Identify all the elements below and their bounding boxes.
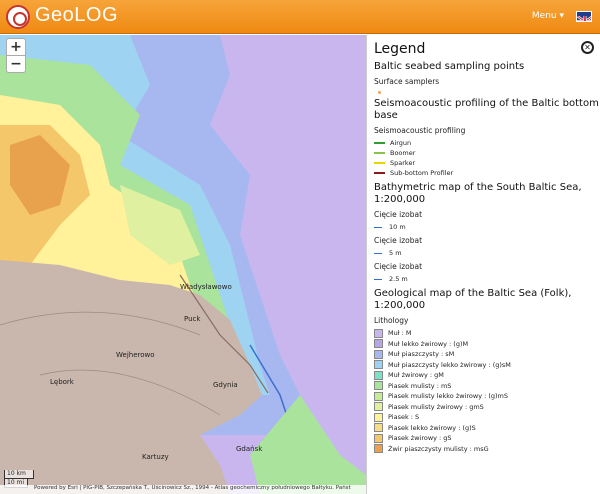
isobath-line-icon <box>374 252 382 254</box>
color-swatch <box>374 349 383 359</box>
lithology-legend-item: Piasek mulisty żwirowy : gmS <box>374 402 600 413</box>
geolog-logo-icon <box>6 5 30 29</box>
lithology-legend-item: Piasek : S <box>374 412 600 423</box>
legend-item-label: Muł piaszczysty lekko żwirowy : (g)sM <box>388 360 511 369</box>
lithology-legend-item: Muł : M <box>374 328 600 339</box>
legend-item-label: 2.5 m <box>389 275 408 283</box>
color-swatch <box>374 444 383 454</box>
seismo-legend-item: Sub-bottom Profiler <box>374 168 600 178</box>
uk-flag-icon[interactable] <box>576 11 592 22</box>
color-swatch <box>374 433 383 443</box>
legend-item-label: Piasek : S <box>388 413 420 422</box>
lithology-legend-item: Muł żwirowy : gM <box>374 370 600 381</box>
legend-item-label: Muł żwirowy : gM <box>388 371 444 380</box>
lithology-legend-item: Piasek lekko żwirowy : (g)S <box>374 423 600 434</box>
color-swatch <box>374 360 383 370</box>
legend-item-label: Boomer <box>390 149 416 157</box>
legend-title: Legend <box>374 41 426 57</box>
lithology-legend-item: Muł piaszczysty lekko żwirowy : (g)sM <box>374 360 600 371</box>
geo-list: Muł : M Muł lekko żwirowy : (g)M Muł piasz… <box>374 328 600 454</box>
seismo-legend-item: Sparker <box>374 158 600 168</box>
seismo-legend-item: Boomer <box>374 148 600 158</box>
place-label: Lębork <box>50 378 74 386</box>
sampling-title: Baltic seabed sampling points <box>374 61 525 72</box>
geo-sub: Lithology <box>374 316 409 325</box>
seismo-title: Seismoacoustic profiling of the Baltic b… <box>374 98 599 121</box>
bathy-sub: Cięcie izobat <box>374 236 423 245</box>
color-swatch <box>374 339 383 349</box>
geological-map-layer <box>0 35 366 494</box>
bathy-legend-item: 10 m <box>374 223 600 231</box>
map-attribution: Powered by Esri | PIG-PIB, Szczepańska T… <box>0 485 366 494</box>
legend-item-label: Sparker <box>390 159 416 167</box>
line-symbol-icon <box>374 142 385 144</box>
seismo-legend-item: Airgun <box>374 138 600 148</box>
close-icon[interactable]: ✕ <box>581 41 594 54</box>
legend-item-label: Muł piaszczysty : sM <box>388 350 455 359</box>
legend-item-label: Piasek mulisty lekko żwirowy : (g)mS <box>388 392 509 401</box>
line-symbol-icon <box>374 152 385 154</box>
legend-item-label: Sub-bottom Profiler <box>390 169 454 177</box>
place-label: Kartuzy <box>142 453 169 461</box>
bathy-sub: Cięcie izobat <box>374 210 423 219</box>
seismo-list: Airgun Boomer Sparker Sub-bottom Profiler <box>374 138 600 178</box>
legend-item-label: Muł lekko żwirowy : (g)M <box>388 339 469 348</box>
legend-item-label: Piasek mulisty : mS <box>388 381 452 390</box>
scale-km: 10 km <box>4 470 34 479</box>
map-view[interactable]: + − Władysławowo Puck Wejherowo Lębork G… <box>0 35 366 494</box>
color-swatch <box>374 412 383 422</box>
legend-item-label: Żwir piaszczysty mulisty : msG <box>388 444 489 453</box>
app-title: GeoLOG <box>35 4 119 26</box>
bathy-legend-item: 2.5 m <box>374 275 600 283</box>
top-bar: GeoLOG Menu ▾ <box>0 0 600 34</box>
sampling-point-icon <box>378 91 381 94</box>
legend-item-label: Muł : M <box>388 329 412 338</box>
color-swatch <box>374 423 383 433</box>
color-swatch <box>374 381 383 391</box>
legend-item-label: 5 m <box>389 249 402 257</box>
isobath-line-icon <box>374 278 382 280</box>
legend-item-label: Piasek żwirowy : gS <box>388 434 452 443</box>
legend-item-label: Airgun <box>390 139 412 147</box>
lithology-legend-item: Piasek żwirowy : gS <box>374 433 600 444</box>
place-label: Gdańsk <box>236 445 263 453</box>
isobath-line-icon <box>374 226 382 228</box>
legend-item-label: 10 m <box>389 223 406 231</box>
geo-title: Geological map of the Baltic Sea (Folk),… <box>374 288 572 311</box>
color-swatch <box>374 370 383 380</box>
color-swatch <box>374 402 383 412</box>
legend-item-label: Piasek lekko żwirowy : (g)S <box>388 423 476 432</box>
lithology-legend-item: Żwir piaszczysty mulisty : msG <box>374 444 600 455</box>
bathy-legend-item: 5 m <box>374 249 600 257</box>
line-symbol-icon <box>374 172 385 174</box>
legend-panel: ✕ Legend Baltic seabed sampling points S… <box>366 35 600 494</box>
color-swatch <box>374 391 383 401</box>
place-label: Władysławowo <box>180 283 232 291</box>
lithology-legend-item: Muł piaszczysty : sM <box>374 349 600 360</box>
bathy-title: Bathymetric map of the South Baltic Sea,… <box>374 182 582 205</box>
place-label: Puck <box>184 315 201 323</box>
zoom-in-button[interactable]: + <box>6 38 26 56</box>
lithology-legend-item: Muł lekko żwirowy : (g)M <box>374 339 600 350</box>
line-symbol-icon <box>374 162 385 164</box>
bathy-sub: Cięcie izobat <box>374 262 423 271</box>
sampling-sub: Surface samplers <box>374 77 440 86</box>
bathy-list: Cięcie izobat 10 m Cięcie izobat 5 m Cięcie … <box>374 210 600 283</box>
seismo-sub: Seismoacoustic profiling <box>374 126 466 135</box>
place-label: Gdynia <box>213 381 238 389</box>
lithology-legend-item: Piasek mulisty : mS <box>374 381 600 392</box>
color-swatch <box>374 328 383 338</box>
zoom-out-button[interactable]: − <box>6 55 26 73</box>
menu-button[interactable]: Menu ▾ <box>532 11 564 21</box>
place-label: Wejherowo <box>116 351 155 359</box>
legend-item-label: Piasek mulisty żwirowy : gmS <box>388 402 484 411</box>
lithology-legend-item: Piasek mulisty lekko żwirowy : (g)mS <box>374 391 600 402</box>
